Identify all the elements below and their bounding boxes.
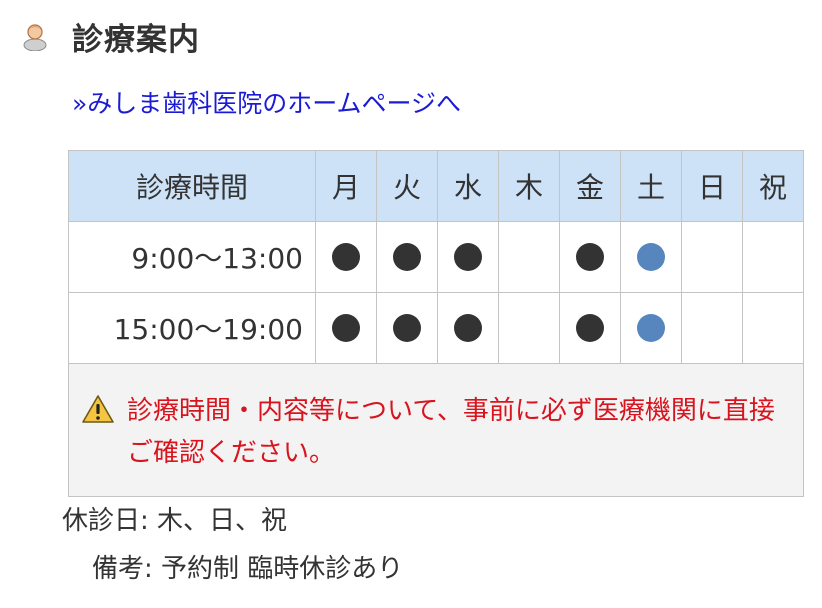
day-cell [315, 221, 377, 293]
day-cell [437, 221, 499, 293]
day-cell [742, 292, 804, 364]
day-header-tue: 火 [376, 150, 438, 222]
open-dot-icon [576, 243, 604, 271]
open-dot-icon [637, 243, 665, 271]
open-dot-icon [454, 243, 482, 271]
day-cell [620, 292, 682, 364]
open-dot-icon [454, 314, 482, 342]
warning-icon [82, 395, 114, 423]
open-dot-icon [332, 243, 360, 271]
remarks: 備考: 予約制 臨時休診あり [92, 554, 404, 584]
notice-cell: 診療時間・内容等について、事前に必ず医療機関に直接ご確認ください。 [68, 363, 804, 497]
notice-row: 診療時間・内容等について、事前に必ず医療機関に直接ご確認ください。 [68, 363, 804, 497]
time-slot: 9:00〜13:00 [68, 221, 316, 293]
day-header-holiday: 祝 [742, 150, 804, 222]
day-cell [376, 221, 438, 293]
notice-text: 診療時間・内容等について、事前に必ず医療機関に直接ご確認ください。 [127, 396, 775, 468]
time-slot: 15:00〜19:00 [68, 292, 316, 364]
day-cell [681, 292, 743, 364]
schedule-table: 診療時間 月 火 水 木 金 土 日 祝 9:00〜13:00 15:00〜19:… [68, 150, 804, 497]
open-dot-icon [393, 314, 421, 342]
day-cell [559, 221, 621, 293]
open-dot-icon [576, 314, 604, 342]
schedule-row: 9:00〜13:00 [68, 221, 804, 293]
person-icon [23, 24, 47, 51]
open-dot-icon [393, 243, 421, 271]
day-cell [376, 292, 438, 364]
day-cell [315, 292, 377, 364]
day-cell [620, 221, 682, 293]
open-dot-icon [637, 314, 665, 342]
open-dot-icon [332, 314, 360, 342]
day-header-sat: 土 [620, 150, 682, 222]
day-cell [498, 221, 560, 293]
schedule-row: 15:00〜19:00 [68, 292, 804, 364]
section-header: 診療案内 [20, 10, 200, 62]
homepage-link[interactable]: »みしま歯科医院のホームページへ [72, 84, 461, 120]
day-cell [437, 292, 499, 364]
day-cell [742, 221, 804, 293]
day-cell [681, 221, 743, 293]
day-header-mon: 月 [315, 150, 377, 222]
day-header-fri: 金 [559, 150, 621, 222]
day-cell [498, 292, 560, 364]
time-column-header: 診療時間 [68, 150, 316, 222]
day-cell [559, 292, 621, 364]
day-header-thu: 木 [498, 150, 560, 222]
page-title: 診療案内 [72, 21, 200, 58]
day-header-wed: 水 [437, 150, 499, 222]
day-header-sun: 日 [681, 150, 743, 222]
closed-days: 休診日: 木、日、祝 [62, 506, 288, 536]
schedule-header-row: 診療時間 月 火 水 木 金 土 日 祝 [68, 150, 804, 222]
